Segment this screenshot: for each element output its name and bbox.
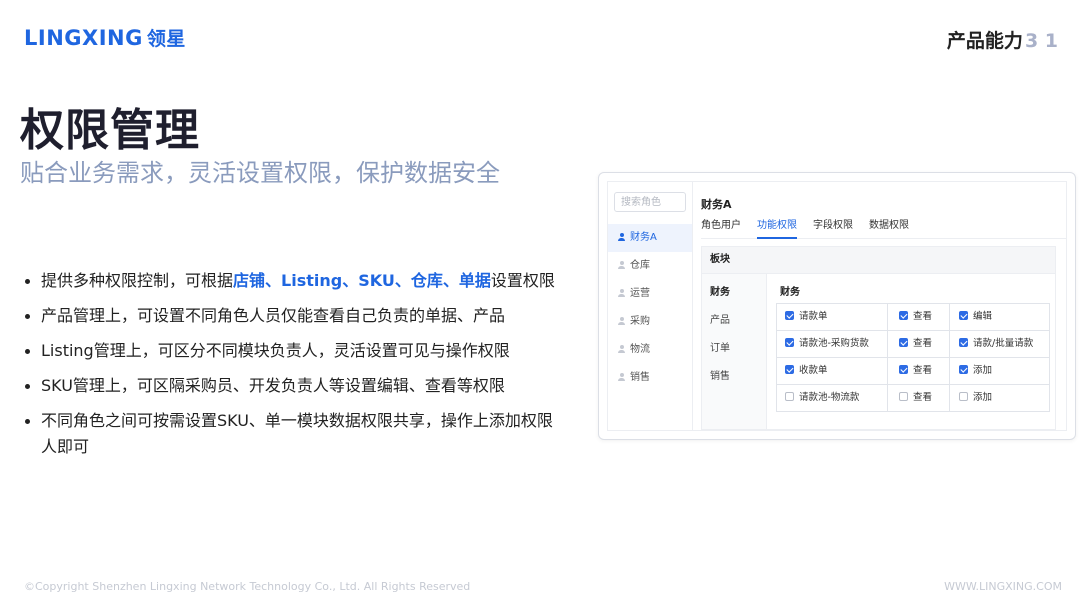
role-label: 运营 <box>630 288 650 299</box>
feature-text: 设置权限 <box>490 271 555 290</box>
permission-checkbox[interactable]: 请款池-物流款 <box>785 385 859 411</box>
role-label: 采购 <box>630 316 650 327</box>
section-header: 板块 <box>702 247 1055 274</box>
group-name: 财务 <box>780 287 800 298</box>
role-item[interactable]: 财务A <box>608 224 692 252</box>
table-row: 请款池-物流款 查看 添加 <box>777 385 1049 412</box>
permission-box: 板块 财务 产品 订单 销售 财务 请款单 查看 编辑 请款池-采购货款 查看 … <box>701 246 1056 430</box>
selected-role-name: 财务A <box>701 198 732 211</box>
permission-label: 请款池-采购货款 <box>799 338 869 349</box>
permission-checkbox[interactable]: 请款单 <box>785 304 828 330</box>
permission-panel: 搜索角色 财务A 仓库 运营 采购 物流 销售 财务A 角色用户 功能权限 字段… <box>598 172 1076 440</box>
logo-text: LINGXING <box>24 25 143 50</box>
view-label: 查看 <box>913 338 933 349</box>
permission-label: 请款单 <box>799 311 828 322</box>
checkbox-unchecked-icon <box>785 392 794 401</box>
user-icon <box>618 317 625 325</box>
checkbox-checked-icon <box>959 338 968 347</box>
role-label: 财务A <box>630 232 657 243</box>
feature-text: 提供多种权限控制，可根据 <box>41 271 234 290</box>
feature-item: Listing管理上，可区分不同模块负责人，灵活设置可见与操作权限 <box>22 338 562 364</box>
module-item[interactable]: 订单 <box>710 339 730 354</box>
checkbox-unchecked-icon <box>899 392 908 401</box>
section-title: 产品能力 3 1 <box>947 26 1058 53</box>
action-checkbox[interactable]: 添加 <box>959 385 992 411</box>
action-label: 添加 <box>973 365 993 376</box>
table-row: 请款池-采购货款 查看 请款/批量请款 <box>777 331 1049 358</box>
action-label: 编辑 <box>973 311 993 322</box>
role-item[interactable]: 销售 <box>608 364 692 392</box>
role-label: 仓库 <box>630 260 650 271</box>
section-title-text: 产品能力 <box>946 30 1023 52</box>
permission-label: 请款池-物流款 <box>799 392 860 403</box>
view-checkbox[interactable]: 查看 <box>899 331 932 357</box>
role-list: 搜索角色 财务A 仓库 运营 采购 物流 销售 <box>608 182 693 430</box>
feature-item: SKU管理上，可区隔采购员、开发负责人等设置编辑、查看等权限 <box>22 373 562 399</box>
permission-grid: 请款单 查看 编辑 请款池-采购货款 查看 请款/批量请款 收款单 查看 添加 <box>776 303 1050 412</box>
permission-label: 收款单 <box>799 365 828 376</box>
checkbox-checked-icon <box>899 338 908 347</box>
page-subtitle: 贴合业务需求，灵活设置权限，保护数据安全 <box>20 159 500 187</box>
module-list: 财务 产品 订单 销售 <box>702 274 767 429</box>
table-row: 收款单 查看 添加 <box>777 358 1049 385</box>
user-icon <box>618 289 625 297</box>
action-checkbox[interactable]: 请款/批量请款 <box>959 331 1033 357</box>
page-number: 3 1 <box>1024 30 1058 52</box>
feature-item: 产品管理上，可设置不同角色人员仅能查看自己负责的单据、产品 <box>22 303 562 329</box>
feature-item: 提供多种权限控制，可根据店铺、Listing、SKU、仓库、单据设置权限 <box>22 268 562 294</box>
footer-copyright: ©Copyright Shenzhen Lingxing Network Tec… <box>24 580 471 593</box>
role-item[interactable]: 仓库 <box>608 252 692 280</box>
checkbox-checked-icon <box>785 338 794 347</box>
role-item[interactable]: 运营 <box>608 280 692 308</box>
view-checkbox[interactable]: 查看 <box>899 304 932 330</box>
checkbox-checked-icon <box>785 365 794 374</box>
action-checkbox[interactable]: 添加 <box>959 358 992 384</box>
brand-logo: LINGXING 领星 <box>24 24 186 51</box>
view-checkbox[interactable]: 查看 <box>899 385 932 411</box>
tab-data-permissions[interactable]: 数据权限 <box>869 218 909 237</box>
permission-tabs: 角色用户 功能权限 字段权限 数据权限 <box>701 218 1066 239</box>
checkbox-checked-icon <box>959 311 968 320</box>
view-label: 查看 <box>913 392 933 403</box>
feature-item: 不同角色之间可按需设置SKU、单一模块数据权限共享，操作上添加权限人即可 <box>22 408 562 460</box>
role-item[interactable]: 采购 <box>608 308 692 336</box>
tab-field-permissions[interactable]: 字段权限 <box>813 218 853 237</box>
action-checkbox[interactable]: 编辑 <box>959 304 992 330</box>
action-label: 添加 <box>973 392 993 403</box>
role-search-input[interactable]: 搜索角色 <box>614 192 686 212</box>
role-label: 物流 <box>630 344 650 355</box>
user-icon <box>618 373 625 381</box>
checkbox-checked-icon <box>899 365 908 374</box>
logo-cn: 领星 <box>146 28 186 50</box>
checkbox-unchecked-icon <box>959 392 968 401</box>
module-item[interactable]: 财务 <box>710 283 730 298</box>
page-title: 权限管理 <box>20 105 200 156</box>
module-item[interactable]: 销售 <box>710 367 730 382</box>
role-detail: 财务A 角色用户 功能权限 字段权限 数据权限 板块 财务 产品 订单 销售 财… <box>693 182 1066 430</box>
module-item[interactable]: 产品 <box>710 311 730 326</box>
tab-role-users[interactable]: 角色用户 <box>701 218 741 237</box>
view-checkbox[interactable]: 查看 <box>899 358 932 384</box>
user-icon <box>618 261 625 269</box>
user-icon <box>618 233 625 241</box>
permission-checkbox[interactable]: 请款池-采购货款 <box>785 331 869 357</box>
action-label: 请款/批量请款 <box>973 338 1034 349</box>
feature-highlight: 店铺、Listing、SKU、仓库、单据 <box>233 271 491 290</box>
feature-list: 提供多种权限控制，可根据店铺、Listing、SKU、仓库、单据设置权限 产品管… <box>22 268 562 469</box>
view-label: 查看 <box>913 365 933 376</box>
permission-checkbox[interactable]: 收款单 <box>785 358 828 384</box>
panel-inner: 搜索角色 财务A 仓库 运营 采购 物流 销售 财务A 角色用户 功能权限 字段… <box>607 181 1067 431</box>
checkbox-checked-icon <box>959 365 968 374</box>
table-row: 请款单 查看 编辑 <box>777 304 1049 331</box>
role-item[interactable]: 物流 <box>608 336 692 364</box>
role-label: 销售 <box>630 372 650 383</box>
user-icon <box>618 345 625 353</box>
view-label: 查看 <box>913 311 933 322</box>
tab-function-permissions[interactable]: 功能权限 <box>757 218 797 239</box>
footer-website: WWW.LINGXING.COM <box>944 580 1062 593</box>
checkbox-checked-icon <box>785 311 794 320</box>
checkbox-checked-icon <box>899 311 908 320</box>
